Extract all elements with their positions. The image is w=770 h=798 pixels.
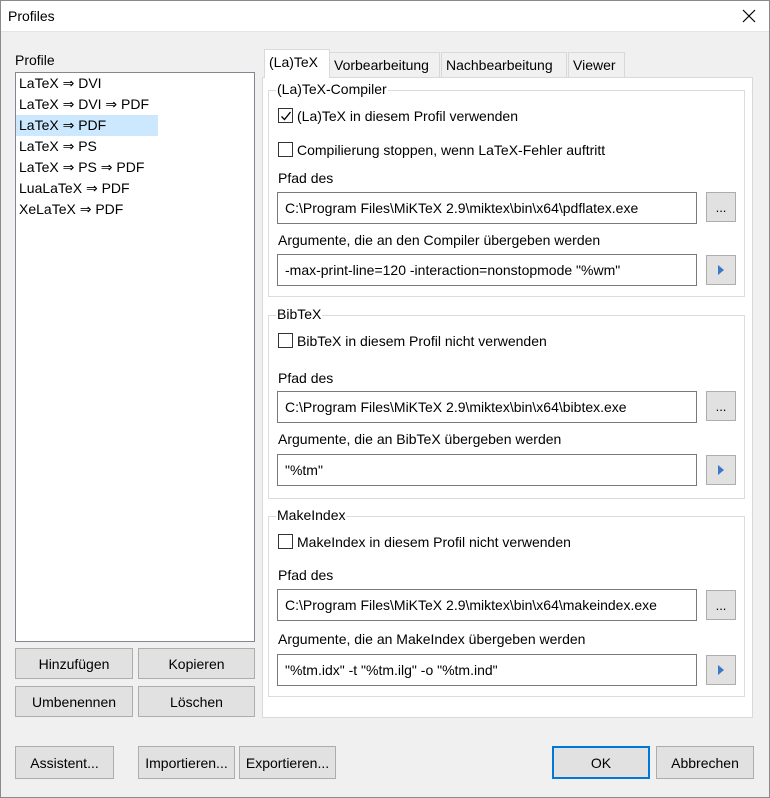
makeindex-browse-button[interactable]: ... (706, 590, 736, 620)
profile-item-selected[interactable]: LaTeX ⇒ PDF (16, 115, 158, 136)
tab-viewer[interactable]: Viewer (568, 52, 625, 77)
profile-item[interactable]: LaTeX ⇒ PS (16, 136, 254, 157)
play-arrow-icon (718, 465, 724, 475)
compiler-group-title: (La)TeX-Compiler (276, 81, 388, 97)
cancel-button[interactable]: Abbrechen (656, 746, 754, 779)
ok-button[interactable]: OK (552, 746, 650, 779)
compiler-args-field[interactable]: -max-print-line=120 -interaction=nonstop… (277, 254, 697, 286)
compiler-args-label: Argumente, die an den Compiler übergeben… (278, 232, 601, 248)
profile-list[interactable]: LaTeX ⇒ DVI LaTeX ⇒ DVI ⇒ PDF LaTeX ⇒ PD… (15, 72, 255, 642)
stop-on-error-label: Compilierung stoppen, wenn LaTeX-Fehler … (297, 142, 606, 158)
compiler-path-label: Pfad des (278, 170, 334, 186)
makeindex-path-label: Pfad des (278, 567, 334, 583)
profile-item[interactable]: XeLaTeX ⇒ PDF (16, 199, 254, 220)
copy-profile-button[interactable]: Kopieren (138, 648, 255, 679)
profile-item[interactable]: LuaLaTeX ⇒ PDF (16, 178, 254, 199)
bibtex-path-label: Pfad des (278, 370, 334, 386)
close-icon (742, 9, 756, 23)
profile-item[interactable]: LaTeX ⇒ DVI ⇒ PDF (16, 94, 254, 115)
play-arrow-icon (718, 265, 724, 275)
makeindex-path-field[interactable]: C:\Program Files\MiKTeX 2.9\miktex\bin\x… (277, 589, 697, 621)
profile-item[interactable]: LaTeX ⇒ DVI (16, 73, 254, 94)
makeindex-group-title: MakeIndex (276, 507, 347, 523)
profile-item[interactable]: LaTeX ⇒ PS ⇒ PDF (16, 157, 254, 178)
disable-makeindex-checkbox[interactable] (278, 534, 293, 549)
add-profile-button[interactable]: Hinzufügen (15, 648, 133, 679)
use-latex-label: (La)TeX in diesem Profil verwenden (297, 108, 518, 124)
tab-postprocessing[interactable]: Nachbearbeitung (441, 52, 567, 77)
import-button[interactable]: Importieren... (138, 746, 235, 779)
bibtex-path-field[interactable]: C:\Program Files\MiKTeX 2.9\miktex\bin\x… (277, 391, 697, 423)
titlebar: Profiles (0, 0, 770, 32)
stop-on-error-checkbox[interactable] (278, 142, 293, 157)
close-button[interactable] (734, 3, 764, 29)
disable-bibtex-checkbox[interactable] (278, 333, 293, 348)
export-button[interactable]: Exportieren... (239, 746, 336, 779)
disable-makeindex-label: MakeIndex in diesem Profil nicht verwend… (297, 534, 571, 550)
use-latex-checkbox[interactable] (278, 108, 293, 123)
bibtex-browse-button[interactable]: ... (706, 391, 736, 421)
bibtex-args-label: Argumente, die an BibTeX übergeben werde… (278, 431, 562, 447)
compiler-path-field[interactable]: C:\Program Files\MiKTeX 2.9\miktex\bin\x… (277, 192, 697, 224)
compiler-browse-button[interactable]: ... (706, 192, 736, 222)
makeindex-args-label: Argumente, die an MakeIndex übergeben we… (278, 631, 586, 647)
tab-latex[interactable]: (La)TeX (264, 49, 330, 78)
delete-profile-button[interactable]: Löschen (138, 686, 255, 717)
bibtex-group-title: BibTeX (276, 306, 323, 322)
rename-profile-button[interactable]: Umbenennen (15, 686, 133, 717)
bibtex-args-field[interactable]: "%tm" (277, 454, 697, 486)
bibtex-args-menu-button[interactable] (706, 455, 736, 485)
makeindex-args-menu-button[interactable] (706, 655, 736, 685)
tab-preprocessing[interactable]: Vorbearbeitung (329, 52, 440, 77)
window-title: Profiles (8, 8, 55, 24)
profiles-label: Profile (15, 52, 55, 68)
makeindex-args-field[interactable]: "%tm.idx" -t "%tm.ilg" -o "%tm.ind" (277, 654, 697, 686)
compiler-args-menu-button[interactable] (706, 255, 736, 285)
checkmark-icon (280, 111, 291, 121)
disable-bibtex-label: BibTeX in diesem Profil nicht verwenden (297, 333, 547, 349)
play-arrow-icon (718, 665, 724, 675)
wizard-button[interactable]: Assistent... (15, 746, 114, 779)
